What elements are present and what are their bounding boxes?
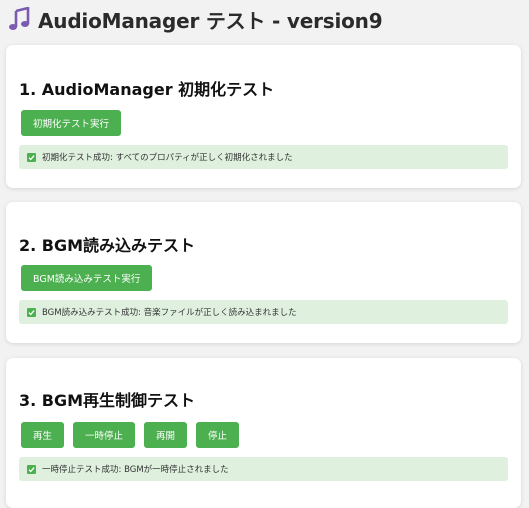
resume-button[interactable]: 再開: [144, 422, 188, 448]
result-message: 一時停止テスト成功: BGMが一時停止されました: [19, 457, 508, 481]
section-title: 2. BGM読み込みテスト: [19, 236, 196, 255]
page-title: AudioManager テスト - version9: [38, 8, 383, 33]
result-message: 初期化テスト成功: すべてのプロパティが正しく初期化されました: [19, 145, 508, 169]
result-text: BGM読み込みテスト成功: 音楽ファイルが正しく読み込まれました: [42, 308, 297, 318]
run-bgm-load-test-button[interactable]: BGM読み込みテスト実行: [21, 265, 153, 291]
section-title: 1. AudioManager 初期化テスト: [19, 80, 275, 99]
bgm-load-test-card: 2. BGM読み込みテスト BGM読み込みテスト実行 BGM読み込みテスト成功:…: [6, 202, 521, 343]
page-header: AudioManager テスト - version9: [8, 6, 383, 33]
init-test-card: 1. AudioManager 初期化テスト 初期化テスト実行 初期化テスト成功…: [6, 45, 521, 188]
result-message: BGM読み込みテスト成功: 音楽ファイルが正しく読み込まれました: [19, 300, 508, 324]
play-button[interactable]: 再生: [21, 422, 65, 448]
result-text: 初期化テスト成功: すべてのプロパティが正しく初期化されました: [42, 153, 293, 163]
stop-button[interactable]: 停止: [196, 422, 240, 448]
pause-button[interactable]: 一時停止: [73, 422, 136, 448]
checkbox-checked-icon: [27, 464, 36, 474]
music-note-icon: [9, 7, 30, 30]
bgm-playback-control-card: 3. BGM再生制御テスト 再生 一時停止 再開 停止 一時停止テスト成功: B…: [6, 358, 521, 508]
checkbox-checked-icon: [27, 152, 36, 162]
result-text: 一時停止テスト成功: BGMが一時停止されました: [42, 465, 229, 475]
run-init-test-button[interactable]: 初期化テスト実行: [21, 110, 122, 136]
checkbox-checked-icon: [27, 307, 36, 317]
section-title: 3. BGM再生制御テスト: [19, 391, 196, 410]
